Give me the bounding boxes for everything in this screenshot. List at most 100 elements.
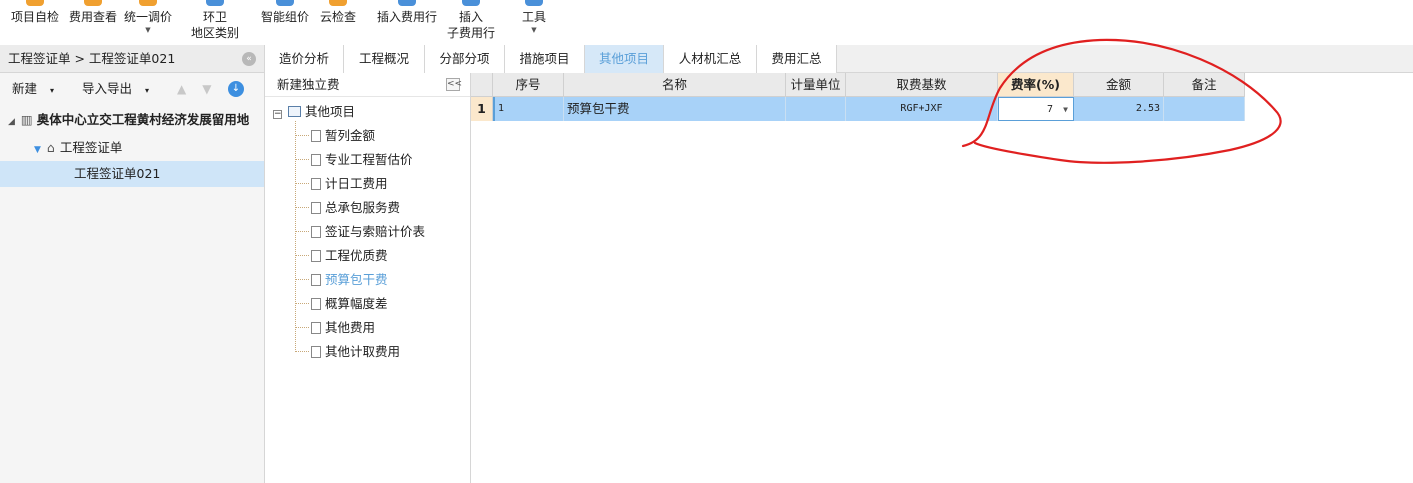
tab-bar: 造价分析 工程概况 分部分项 措施项目 其他项目 人材机汇总 费用汇总 <box>265 45 1413 73</box>
import-export-dropdown[interactable]: 导入导出 ▾ <box>82 81 161 96</box>
column-header-seq[interactable]: 序号 <box>493 73 564 97</box>
document-icon <box>311 130 321 142</box>
tree-item-general-contract-service[interactable]: 总承包服务费 <box>295 196 400 220</box>
tree-item-label: 预算包干费 <box>325 272 388 287</box>
project-tree-panel: 工程签证单 > 工程签证单021 « 新建 ▾ 导入导出 ▾ ▲ ▼ ↓ ◢ ▥ 奥体中… <box>0 45 265 483</box>
smart-pricing-button[interactable]: 智能组价 <box>258 0 312 25</box>
cell-note[interactable] <box>1164 97 1245 121</box>
tab-label: 分部分项 <box>439 51 490 66</box>
tree-item-label: 暂列金额 <box>325 128 376 143</box>
project-check-button[interactable]: 项目自检 <box>8 0 62 25</box>
cell-base[interactable]: RGF+JXF <box>846 97 998 121</box>
tree-item-visa-claims[interactable]: 签证与索赔计价表 <box>295 220 425 244</box>
fee-view-icon <box>84 0 102 6</box>
tree-item-selected[interactable]: 工程签证单021 <box>0 161 264 187</box>
tree-item-daywork[interactable]: 计日工费用 <box>295 172 388 196</box>
cell-rate-editor[interactable]: 7 ▼ <box>998 97 1074 121</box>
column-header-name[interactable]: 名称 <box>564 73 786 97</box>
fee-view-button[interactable]: 费用查看 <box>66 0 120 25</box>
collapse-minus-icon[interactable]: − <box>273 110 282 119</box>
sanitation-label: 环卫 <box>202 10 227 24</box>
tab-label: 费用汇总 <box>771 51 822 66</box>
tree-item-estimate-range-diff[interactable]: 概算幅度差 <box>295 292 388 316</box>
new-dropdown[interactable]: 新建 ▾ <box>12 81 66 96</box>
tab-label: 人材机汇总 <box>678 51 742 66</box>
tree-node-visa[interactable]: ▼ ⌂ 工程签证单 <box>0 135 264 161</box>
cloud-check-label: 云检查 <box>319 10 356 24</box>
tab-project-overview[interactable]: 工程概况 <box>344 45 425 73</box>
insert-sub-fee-row-button[interactable]: 插入 子费用行 <box>444 0 498 41</box>
tab-other-items[interactable]: 其他项目 <box>585 45 664 73</box>
column-header-rate[interactable]: 费率(%) <box>998 73 1074 97</box>
new-independent-fee-label[interactable]: 新建独立费 <box>277 77 340 92</box>
tab-label: 造价分析 <box>278 51 329 66</box>
tools-label: 工具 <box>521 10 546 24</box>
unified-price-adjust-label: 统一调价 <box>123 10 172 24</box>
cell-unit[interactable] <box>786 97 846 121</box>
tree-item-label: 专业工程暂估价 <box>325 152 413 167</box>
tab-fee-summary[interactable]: 费用汇总 <box>757 45 837 73</box>
tab-labor-material-machine[interactable]: 人材机汇总 <box>664 45 757 73</box>
tab-sub-items[interactable]: 分部分项 <box>425 45 505 73</box>
document-icon <box>311 178 321 190</box>
sanitation-region-button[interactable]: 环卫 地区类别 <box>188 0 242 41</box>
tab-measures[interactable]: 措施项目 <box>505 45 585 73</box>
cell-seq[interactable]: 1 <box>493 97 564 121</box>
tree-item-professional-estimate[interactable]: 专业工程暂估价 <box>295 148 413 172</box>
move-down-icon[interactable]: ▼ <box>202 82 211 96</box>
tree-item-other-charges[interactable]: 其他计取费用 <box>295 340 400 364</box>
project-root-node[interactable]: ◢ ▥ 奥体中心立交工程黄村经济发展留用地 <box>0 105 264 135</box>
insert-fee-row-button[interactable]: 插入费用行 <box>374 0 440 25</box>
column-header-base[interactable]: 取费基数 <box>846 73 998 97</box>
cell-name[interactable]: 预算包干费 <box>564 97 786 121</box>
tree-item-budget-lump-sum[interactable]: 预算包干费 <box>295 268 388 292</box>
home-icon: ⌂ <box>46 140 55 155</box>
building-icon: ▥ <box>20 112 33 127</box>
tree-root-label: 其他项目 <box>305 104 356 119</box>
column-header-amount[interactable]: 金额 <box>1074 73 1164 97</box>
expand-triangle-icon[interactable]: ▼ <box>34 145 41 155</box>
chevron-down-icon[interactable]: ▼ <box>1063 98 1068 120</box>
tools-icon <box>525 0 543 6</box>
insert-label: 插入 <box>458 10 483 24</box>
project-name: 奥体中心立交工程黄村经济发展留用地 <box>36 112 250 127</box>
tree-item-label: 工程签证单021 <box>74 166 161 181</box>
move-up-icon[interactable]: ▲ <box>177 82 186 96</box>
tab-cost-analysis[interactable]: 造价分析 <box>265 45 344 73</box>
row-number[interactable]: 1 <box>471 97 493 121</box>
tree-item-label: 签证与索赔计价表 <box>325 224 426 239</box>
chevron-down-icon: ▼ <box>531 26 537 34</box>
collapse-panel-icon[interactable]: << <box>446 78 462 91</box>
cloud-check-icon <box>329 0 347 6</box>
column-header-unit[interactable]: 计量单位 <box>786 73 846 97</box>
caret-down-icon: ▾ <box>145 86 150 95</box>
grid-corner-cell[interactable] <box>471 73 493 97</box>
tree-item-other-fees[interactable]: 其他费用 <box>295 316 375 340</box>
cloud-check-button[interactable]: 云检查 <box>316 0 360 25</box>
tree-item-provisional-sum[interactable]: 暂列金额 <box>295 124 375 148</box>
unified-price-adjust-button[interactable]: 统一调价 ▼ <box>122 0 174 35</box>
tab-label: 措施项目 <box>519 51 570 66</box>
tree-item-quality-fee[interactable]: 工程优质费 <box>295 244 388 268</box>
price-adjust-icon <box>139 0 157 6</box>
expand-triangle-icon[interactable]: ◢ <box>8 117 15 127</box>
cell-amount[interactable]: 2.53 <box>1074 97 1164 121</box>
tree-item-label: 其他费用 <box>325 320 376 335</box>
project-check-icon <box>26 0 44 6</box>
tree-root-other-items[interactable]: − 其他项目 <box>273 103 355 121</box>
caret-down-icon: ▾ <box>50 86 55 95</box>
document-icon <box>311 322 321 334</box>
tools-button[interactable]: 工具 ▼ <box>516 0 552 35</box>
tree-item-label: 概算幅度差 <box>325 296 388 311</box>
tab-label: 其他项目 <box>598 51 649 66</box>
download-icon[interactable]: ↓ <box>228 81 244 97</box>
breadcrumb-text: 工程签证单 > 工程签证单021 <box>8 51 176 66</box>
column-header-note[interactable]: 备注 <box>1164 73 1245 97</box>
chevron-down-icon: ▼ <box>145 26 151 34</box>
tree-node-label: 工程签证单 <box>59 140 123 155</box>
collapse-panel-icon[interactable]: « <box>242 52 256 66</box>
document-icon <box>311 298 321 310</box>
breadcrumb: 工程签证单 > 工程签证单021 « <box>0 45 264 73</box>
sub-fee-row-label: 子费用行 <box>446 26 495 40</box>
tree-item-label: 总承包服务费 <box>325 200 401 215</box>
